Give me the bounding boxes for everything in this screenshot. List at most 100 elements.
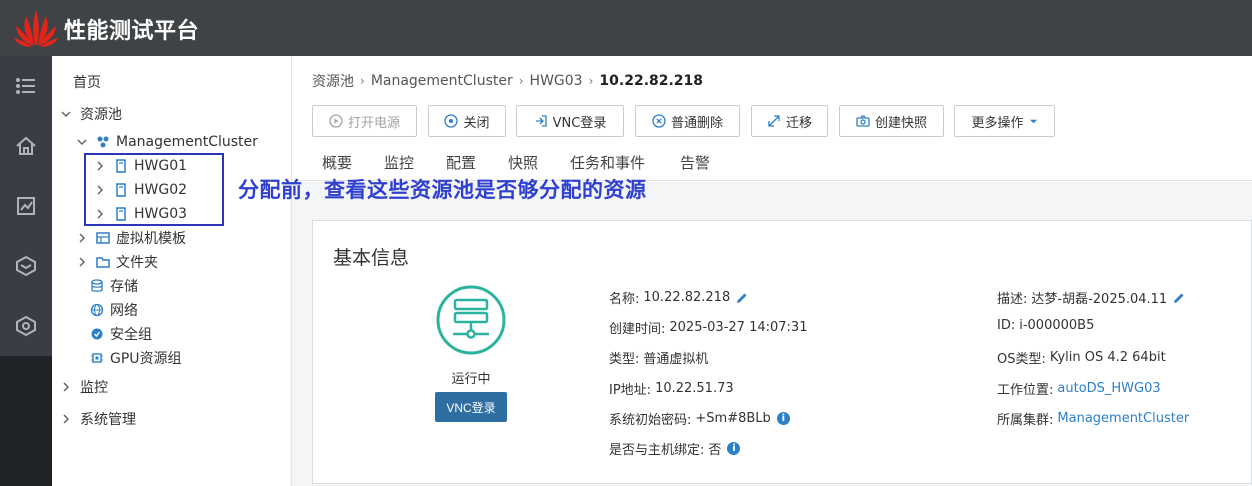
field-os-type: OS类型: Kylin OS 4.2 64bit [997, 348, 1166, 367]
chevron-down-icon[interactable] [76, 136, 88, 148]
field-cluster: 所属集群: ManagementCluster [997, 409, 1189, 428]
tree-item-gpu-pool[interactable]: GPU资源组 [91, 346, 182, 370]
settings-hex-icon[interactable] [0, 296, 52, 356]
field-init-password: 系统初始密码: +Sm#8BLb i [609, 409, 790, 428]
cluster-link[interactable]: ManagementCluster [1057, 411, 1189, 426]
expand-arrows-icon [768, 115, 780, 127]
vnc-login-small-button[interactable]: VNC登录 [435, 392, 507, 422]
cluster-icon [97, 136, 109, 148]
chevron-right-icon[interactable] [60, 381, 72, 393]
annotation-text: 分配前，查看这些资源池是否够分配的资源 [238, 178, 647, 202]
edit-pencil-icon[interactable] [1172, 291, 1186, 305]
tree-item-label: 文件夹 [116, 255, 158, 271]
tab-tasks-events[interactable]: 任务和事件 [570, 152, 645, 173]
chevron-down-icon[interactable] [60, 108, 72, 120]
location-link[interactable]: autoDS_HWG03 [1057, 381, 1160, 396]
edit-pencil-icon[interactable] [735, 291, 749, 305]
field-value: +Sm#8BLb [695, 411, 771, 426]
field-value: i-000000B5 [1019, 318, 1095, 333]
field-description: 描述: 达梦-胡磊-2025.04.11 [997, 288, 1186, 307]
tree-item-label: GPU资源组 [110, 351, 182, 367]
vnc-login-button[interactable]: VNC登录 [516, 105, 624, 137]
field-location: 工作位置: autoDS_HWG03 [997, 379, 1161, 398]
info-icon[interactable]: i [727, 442, 741, 455]
field-label: 名称: [609, 292, 640, 307]
vm-status-label: 运行中 [451, 372, 491, 387]
field-label: 类型: [609, 352, 640, 367]
tree-item-storage[interactable]: 存储 [91, 274, 138, 298]
chevron-right-icon[interactable] [76, 256, 88, 268]
folder-icon [96, 257, 110, 268]
app-title: 性能测试平台 [64, 19, 200, 44]
field-id: ID: i-000000B5 [997, 318, 1094, 333]
tree-item-label: 首页 [73, 75, 101, 91]
tab-alarms[interactable]: 告警 [680, 152, 710, 173]
caret-down-icon [1029, 119, 1037, 123]
field-label: 创建时间: [609, 322, 666, 337]
tree-item-monitor[interactable]: 监控 [60, 375, 108, 399]
field-label: 所属集群: [997, 413, 1054, 428]
play-circle-icon [329, 114, 343, 128]
delete-button[interactable]: 普通删除 [635, 105, 740, 137]
field-label: 工作位置: [997, 383, 1054, 398]
field-label: ID: [997, 318, 1016, 333]
field-label: OS类型: [997, 352, 1046, 367]
button-label: 迁移 [785, 115, 812, 131]
camera-icon [856, 115, 870, 127]
chevron-right-icon[interactable] [60, 413, 72, 425]
breadcrumb-item[interactable]: HWG03 [530, 73, 583, 89]
template-icon [96, 232, 110, 244]
top-header: 性能测试平台 [0, 0, 1252, 56]
storage-icon [91, 279, 103, 292]
button-label: 更多操作 [971, 115, 1024, 131]
layers-icon[interactable] [0, 236, 52, 296]
field-type: 类型: 普通虚拟机 [609, 348, 708, 367]
tree-item-security-group[interactable]: 安全组 [91, 322, 152, 346]
nav-rail [0, 56, 52, 486]
tree-item-label: 虚拟机模板 [116, 231, 186, 247]
field-value: 普通虚拟机 [643, 352, 709, 367]
tree-item-label: 资源池 [80, 107, 122, 123]
tree-item-cluster[interactable]: ManagementCluster [76, 130, 258, 154]
monitor-chart-icon[interactable] [0, 176, 52, 236]
field-value: 否 [708, 443, 722, 458]
tree-item-resource-pool[interactable]: 资源池 [60, 102, 122, 126]
field-created: 创建时间: 2025-03-27 14:07:31 [609, 318, 807, 337]
login-icon [535, 115, 547, 127]
tab-snapshot[interactable]: 快照 [508, 152, 538, 173]
tab-overview[interactable]: 概要 [322, 152, 352, 173]
tree-item-label: 系统管理 [80, 412, 136, 428]
tab-monitor[interactable]: 监控 [384, 152, 414, 173]
tab-config[interactable]: 配置 [446, 152, 476, 173]
tree-item-vm-template[interactable]: 虚拟机模板 [76, 226, 186, 250]
more-actions-dropdown[interactable]: 更多操作 [954, 105, 1055, 137]
power-on-button[interactable]: 打开电源 [312, 105, 417, 137]
stop-circle-icon [444, 114, 459, 128]
annotation-highlight-box [84, 153, 224, 226]
tree-item-network[interactable]: 网络 [90, 298, 138, 322]
tree-item-system[interactable]: 系统管理 [60, 407, 136, 431]
migrate-button[interactable]: 迁移 [751, 105, 828, 137]
tree-item-label: 网络 [110, 303, 138, 319]
field-value: Kylin OS 4.2 64bit [1049, 350, 1166, 365]
huawei-logo-icon [14, 10, 58, 47]
tree-item-folder[interactable]: 文件夹 [76, 250, 158, 274]
breadcrumb-separator-icon: › [360, 74, 365, 88]
breadcrumb-item[interactable]: ManagementCluster [371, 73, 513, 89]
globe-icon [90, 303, 104, 317]
home-icon[interactable] [0, 116, 52, 176]
field-label: 是否与主机绑定: [609, 443, 705, 458]
info-icon[interactable]: i [776, 412, 790, 425]
button-label: 普通删除 [670, 115, 723, 131]
breadcrumb-item[interactable]: 资源池 [312, 71, 354, 91]
create-snapshot-button[interactable]: 创建快照 [839, 105, 944, 137]
shutdown-button[interactable]: 关闭 [428, 105, 506, 137]
breadcrumb-current: 10.22.82.218 [599, 73, 704, 89]
field-host-binding: 是否与主机绑定: 否 i [609, 439, 741, 458]
menu-list-icon[interactable] [0, 56, 52, 116]
chevron-right-icon[interactable] [76, 232, 88, 244]
tree-item-home[interactable]: 首页 [73, 70, 101, 94]
field-value: 达梦-胡磊-2025.04.11 [1031, 292, 1168, 307]
field-ip: IP地址: 10.22.51.73 [609, 379, 734, 398]
field-name: 名称: 10.22.82.218 [609, 288, 749, 307]
